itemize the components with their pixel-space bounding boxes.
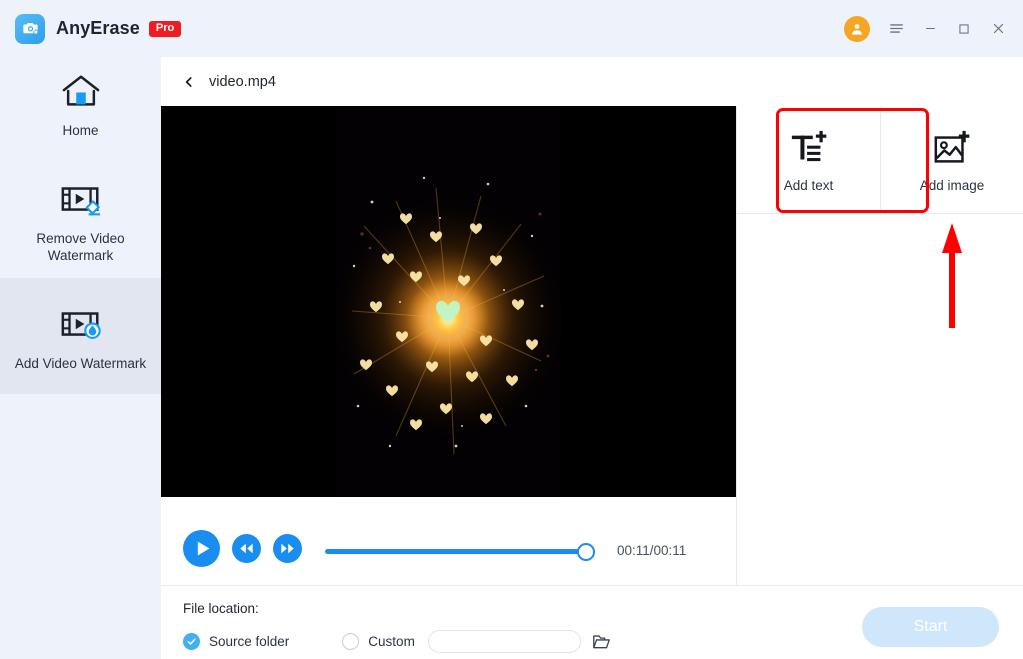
app-window: AnyErase Pro Home Remove Video Watermark… xyxy=(0,0,1023,659)
add-image-icon xyxy=(931,127,973,171)
add-text-icon xyxy=(788,127,830,171)
brand: AnyErase Pro xyxy=(15,13,182,44)
editor-stage: 00:11/00:11 Add text Add image xyxy=(161,106,1023,659)
time-display: 00:11/00:11 xyxy=(617,543,687,558)
chevron-left-icon[interactable] xyxy=(178,71,200,93)
file-location-row: Source folder Custom xyxy=(183,630,611,653)
progress-knob[interactable] xyxy=(577,542,595,561)
brand-name: AnyErase xyxy=(56,18,140,38)
page-title: video.mp4 xyxy=(209,73,276,90)
radio-custom[interactable] xyxy=(342,633,360,650)
sidebar-item-label: Home xyxy=(62,123,99,138)
sidebar-item-add-video-watermark[interactable]: Add Video Watermark xyxy=(0,278,161,394)
title-bar: AnyErase Pro xyxy=(0,0,1023,57)
radio-source-folder-label: Source folder xyxy=(209,634,290,649)
video-preview[interactable] xyxy=(161,106,736,497)
tool-label: Add text xyxy=(783,177,834,193)
radio-source-folder[interactable] xyxy=(183,633,200,650)
radio-custom-label: Custom xyxy=(368,634,415,649)
progress-track xyxy=(325,548,595,554)
camera-eraser-icon xyxy=(15,13,45,44)
tool-row: Add text Add image xyxy=(737,106,1023,214)
progress-slider[interactable] xyxy=(325,541,595,561)
folder-icon[interactable] xyxy=(592,633,611,650)
main-content: video.mp4 00:11/00:11 Add text Add image xyxy=(161,57,1023,659)
sidebar-item-home[interactable]: Home xyxy=(0,57,161,153)
add-text-button[interactable]: Add text xyxy=(737,106,880,213)
add-video-watermark-icon xyxy=(59,304,103,346)
window-controls xyxy=(844,0,1015,57)
video-frame-content xyxy=(336,106,561,497)
file-location-label: File location: xyxy=(183,601,259,616)
remove-video-watermark-icon xyxy=(59,179,103,221)
minimize-icon[interactable] xyxy=(913,12,947,46)
close-icon[interactable] xyxy=(981,12,1015,46)
maximize-icon[interactable] xyxy=(947,12,981,46)
tool-label: Add image xyxy=(919,177,985,193)
add-image-button[interactable]: Add image xyxy=(880,106,1023,213)
breadcrumb: video.mp4 xyxy=(161,57,1023,106)
rewind-icon[interactable] xyxy=(232,533,261,568)
sidebar-item-remove-video-watermark[interactable]: Remove Video Watermark xyxy=(0,153,161,278)
footer: File location: Source folder Custom Star… xyxy=(161,585,1023,659)
fast-forward-icon[interactable] xyxy=(273,533,302,568)
hamburger-menu-icon[interactable] xyxy=(879,12,913,46)
home-icon xyxy=(60,71,102,113)
custom-path-input[interactable] xyxy=(427,630,581,653)
tool-panel: Add text Add image xyxy=(736,106,1023,659)
sidebar: Home Remove Video Watermark Add Video Wa… xyxy=(0,57,161,659)
start-button[interactable]: Start xyxy=(862,607,999,647)
sidebar-item-label: Remove Video Watermark xyxy=(36,231,125,263)
video-column: 00:11/00:11 xyxy=(161,106,736,659)
video-frame xyxy=(336,106,561,497)
pro-badge: Pro xyxy=(148,20,182,37)
user-avatar-icon[interactable] xyxy=(844,15,870,42)
sidebar-item-label: Add Video Watermark xyxy=(14,356,147,371)
play-icon[interactable] xyxy=(183,529,220,572)
